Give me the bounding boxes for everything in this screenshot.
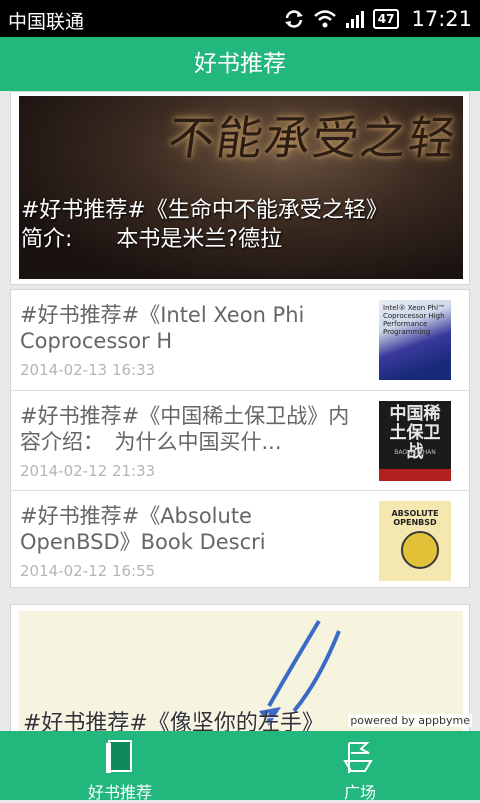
post-date: 2014-02-12 16:55 [20,562,156,580]
wifi-icon [313,10,336,28]
post-title: #好书推荐#《Intel Xeon Phi Coprocessor H [20,303,305,353]
nav-square-label: 广场 [343,783,376,802]
post-date: 2014-02-12 21:33 [20,462,156,480]
post-thumbnail: ABSOLUTE OPENBSD [379,501,451,581]
status-bar: 中国联通 47 17:21 [0,0,480,37]
sync-icon [284,10,303,28]
list-item[interactable]: #好书推荐#《Absolute OpenBSD》Book Descri 2014… [11,490,469,591]
post-title: #好书推荐#《中国稀土保卫战》内容介绍： 为什么中国买什... [20,404,350,454]
flag-icon [343,742,373,773]
nav-square[interactable]: 广场 [240,731,480,802]
featured-cover-text: 不能承受之轻 [164,111,461,165]
pufferfish-icon [401,531,439,569]
post-title: #好书推荐#《Absolute OpenBSD》Book Descri [20,504,266,554]
powered-by: powered by appbyme [348,714,472,727]
battery-icon: 47 [372,9,400,29]
featured-title: #好书推荐#《生命中不能承受之轻》 简介: 本书是米兰?德拉 [21,196,461,254]
clock: 17:21 [411,7,472,31]
post-list: #好书推荐#《Intel Xeon Phi Coprocessor H 2014… [10,289,470,588]
signal-icon [345,11,364,28]
feed[interactable]: 不能承受之轻 #好书推荐#《生命中不能承受之轻》 简介: 本书是米兰?德拉 #好… [0,91,480,731]
featured-title-2: #好书推荐#《像坚你的左手》 [23,711,324,731]
featured-image: 不能承受之轻 #好书推荐#《生命中不能承受之轻》 简介: 本书是米兰?德拉 [19,96,463,279]
list-item[interactable]: #好书推荐#《中国稀土保卫战》内容介绍： 为什么中国买什... 2014-02-… [11,390,469,491]
thumbnail-subtext: BAOWEIZHAN [394,449,436,456]
thumbnail-band [379,469,451,481]
list-item[interactable]: #好书推荐#《Intel Xeon Phi Coprocessor H 2014… [11,290,469,390]
nav-good-books[interactable]: 好书推荐 [0,731,240,802]
featured-card-2[interactable]: #好书推荐#《像坚你的左手》 [10,604,470,731]
status-icons: 47 17:21 [283,6,472,32]
featured-title-line1: #好书推荐#《生命中不能承受之轻》 [21,198,388,223]
nav-good-books-label: 好书推荐 [87,783,152,802]
thumbnail-text: ABSOLUTE OPENBSD [391,509,439,527]
app-header: 好书推荐 [0,37,480,91]
book-icon [106,740,132,773]
featured-title-line2: 简介: 本书是米兰?德拉 [21,227,283,252]
page-title: 好书推荐 [194,51,286,77]
bottom-nav: 好书推荐 广场 [0,731,480,802]
thumbnail-text: Intel® Xeon Phi™ Coprocessor High Perfor… [383,304,446,336]
featured-card[interactable]: 不能承受之轻 #好书推荐#《生命中不能承受之轻》 简介: 本书是米兰?德拉 [10,91,470,285]
carrier-name: 中国联通 [8,11,85,33]
post-thumbnail: 中国稀土保卫战 BAOWEIZHAN [379,401,451,481]
post-thumbnail: Intel® Xeon Phi™ Coprocessor High Perfor… [379,300,451,380]
post-date: 2014-02-13 16:33 [20,361,156,379]
